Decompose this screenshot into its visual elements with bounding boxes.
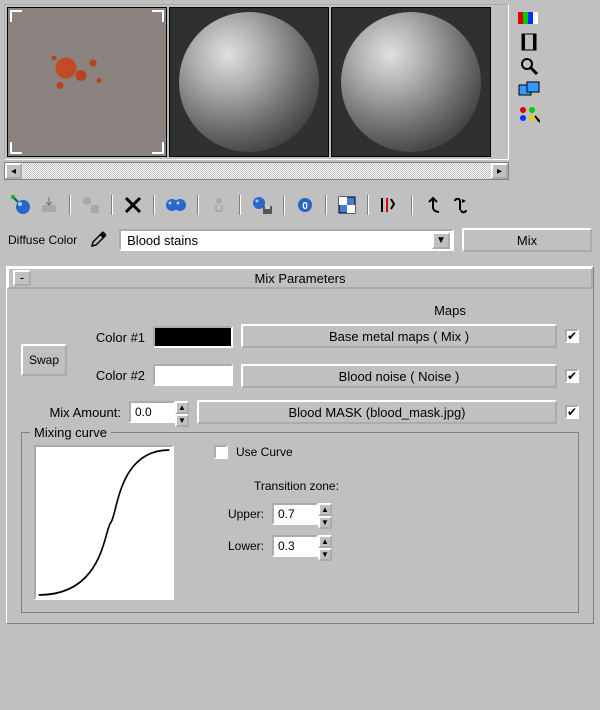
upper-label: Upper: <box>214 507 264 521</box>
spinner-up-icon[interactable]: ▲ <box>318 535 332 548</box>
options-button[interactable] <box>376 192 404 218</box>
main-toolbar: 0 <box>4 190 596 220</box>
slot-label: Diffuse Color <box>8 233 77 247</box>
color1-label: Color #1 <box>75 330 145 345</box>
lower-label: Lower: <box>214 539 264 553</box>
top-area: ◂ ▸ <box>4 4 596 180</box>
scroll-track[interactable] <box>22 163 491 179</box>
mix-amount-input[interactable] <box>129 401 175 423</box>
mix-parameters-rollout: - Mix Parameters Maps Swap Color #1 Colo… <box>6 266 594 624</box>
mixing-curve-label: Mixing curve <box>30 425 111 440</box>
side-toolbar <box>511 4 547 128</box>
color2-swatch[interactable] <box>153 364 233 386</box>
map1-check[interactable]: ✔ <box>565 329 579 343</box>
mixing-curve-group: Mixing curve Use Curve Transition zone: <box>21 432 579 613</box>
rollout-header[interactable]: - Mix Parameters <box>7 267 593 289</box>
spinner-up-icon[interactable]: ▲ <box>318 503 332 516</box>
scroll-left-button[interactable]: ◂ <box>5 163 22 179</box>
material-slot-3[interactable] <box>331 7 491 157</box>
swap-button[interactable]: Swap <box>21 344 67 376</box>
dropdown-arrow-icon[interactable]: ▼ <box>432 232 450 249</box>
color2-label: Color #2 <box>75 368 145 383</box>
assign-button <box>78 192 104 218</box>
effects-button[interactable]: 0 <box>292 192 318 218</box>
make-unique-button <box>206 192 232 218</box>
show-map-button[interactable] <box>334 192 360 218</box>
get-material-button[interactable] <box>8 192 34 218</box>
color-dots-icon[interactable] <box>517 104 541 124</box>
lower-spinner[interactable]: ▲▼ <box>272 535 332 557</box>
screens-icon[interactable] <box>517 80 541 100</box>
material-type-button[interactable]: Mix <box>462 228 592 252</box>
mix-map-button[interactable]: Blood MASK (blood_mask.jpg) <box>197 400 557 424</box>
put-material-button <box>36 192 62 218</box>
delete-button[interactable] <box>120 192 146 218</box>
material-name-value: Blood stains <box>127 233 198 248</box>
go-sibling-button[interactable] <box>448 192 474 218</box>
go-parent-button[interactable] <box>420 192 446 218</box>
color1-swatch[interactable] <box>153 326 233 348</box>
map1-button[interactable]: Base metal maps ( Mix ) <box>241 324 557 348</box>
material-preview-panel <box>4 4 509 160</box>
rollout-title: Mix Parameters <box>254 271 345 286</box>
color-maps-block: Swap Color #1 Color #2 Base metal maps (… <box>21 324 579 396</box>
make-copy-button[interactable] <box>162 192 190 218</box>
map2-button[interactable]: Blood noise ( Noise ) <box>241 364 557 388</box>
lower-input[interactable] <box>272 535 318 557</box>
map2-check[interactable]: ✔ <box>565 369 579 383</box>
scroll-right-button[interactable]: ▸ <box>491 163 508 179</box>
preview-scrollbar[interactable]: ◂ ▸ <box>4 162 509 180</box>
mix-amount-label: Mix Amount: <box>21 405 121 420</box>
curve-preview <box>34 445 174 600</box>
use-curve-label: Use Curve <box>236 445 293 459</box>
mix-amount-spinner[interactable]: ▲▼ <box>129 401 189 423</box>
material-name-row: Diffuse Color Blood stains ▼ Mix <box>4 228 596 252</box>
colorbar-icon[interactable] <box>517 8 541 28</box>
upper-input[interactable] <box>272 503 318 525</box>
spinner-down-icon[interactable]: ▼ <box>318 548 332 561</box>
material-name-dropdown[interactable]: Blood stains ▼ <box>119 229 454 251</box>
rollout-collapse-button[interactable]: - <box>13 270 31 286</box>
material-slot-1[interactable] <box>7 7 167 157</box>
film-icon[interactable] <box>517 32 541 52</box>
magnify-icon[interactable] <box>517 56 541 76</box>
use-curve-check[interactable] <box>214 445 228 459</box>
material-slot-2[interactable] <box>169 7 329 157</box>
spinner-down-icon[interactable]: ▼ <box>175 414 189 427</box>
eyedropper-button[interactable] <box>85 229 111 251</box>
transition-label: Transition zone: <box>254 479 339 493</box>
maps-header: Maps <box>321 303 579 318</box>
mix-map-check[interactable]: ✔ <box>565 405 579 419</box>
upper-spinner[interactable]: ▲▼ <box>272 503 332 525</box>
spinner-down-icon[interactable]: ▼ <box>318 516 332 529</box>
save-library-button[interactable] <box>248 192 276 218</box>
svg-text:0: 0 <box>302 201 308 212</box>
spinner-up-icon[interactable]: ▲ <box>175 401 189 414</box>
